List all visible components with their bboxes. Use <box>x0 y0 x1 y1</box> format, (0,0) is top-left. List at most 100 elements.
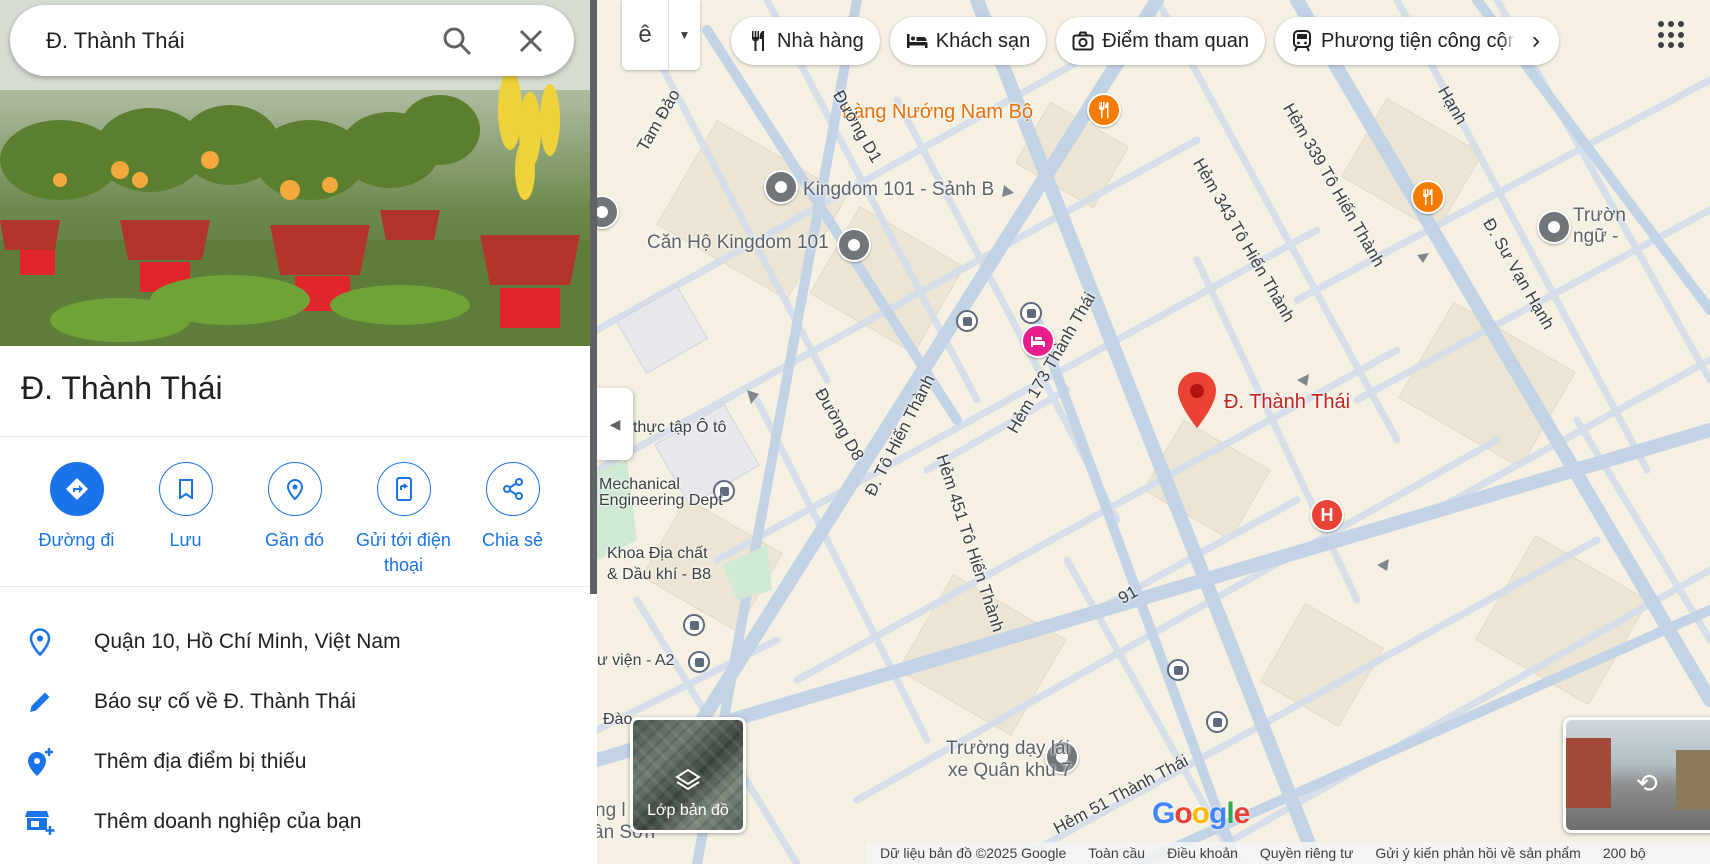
footer-scale[interactable]: 200 bộ <box>1603 845 1646 861</box>
restaurant-pin-icon[interactable] <box>1087 93 1121 127</box>
divider <box>0 436 590 437</box>
search-bar[interactable] <box>10 5 574 76</box>
bus-stop-icon[interactable] <box>1167 659 1189 681</box>
map-footer: Dữ liệu bản đồ ©2025 Google Toàn cầu Điề… <box>866 842 1710 864</box>
google-apps-grid-icon[interactable] <box>1658 21 1686 49</box>
nearby-icon <box>267 462 322 516</box>
label-khoa-2[interactable]: & Dầu khí - B8 <box>607 566 711 584</box>
bus-stop-icon[interactable] <box>1020 302 1042 324</box>
school-pin-icon[interactable] <box>1537 210 1571 244</box>
info-text: Thêm địa điểm bị thiếu <box>94 750 307 773</box>
label-dao[interactable]: Đào <box>603 711 632 729</box>
layers-icon <box>633 768 743 798</box>
hospital-pin-icon[interactable]: H <box>1310 498 1344 532</box>
camera-icon <box>1072 30 1094 52</box>
chevron-down-icon[interactable]: ▼ <box>668 0 700 70</box>
bookmark-icon <box>158 462 213 516</box>
input-tools-glyph[interactable]: ê <box>622 21 668 49</box>
action-label: Gửi tới điện thoại <box>356 530 451 575</box>
chip-label: Nhà hàng <box>777 29 864 52</box>
label-lang-nuong[interactable]: Làng Nướng Nam Bộ <box>842 101 1033 124</box>
directions-icon <box>49 462 104 516</box>
label-ng-l[interactable]: ng l <box>597 800 626 822</box>
share-button[interactable]: Chia sẻ <box>458 462 567 578</box>
label-selected-place[interactable]: Đ. Thành Thái <box>1224 391 1350 414</box>
road-network <box>597 0 1710 864</box>
chevron-right-icon[interactable]: › <box>1513 17 1560 65</box>
chip-transit[interactable]: Phương tiện công cộng › <box>1275 17 1560 65</box>
nearby-button[interactable]: Gần đó <box>240 462 349 578</box>
restaurant-pin-icon-2[interactable] <box>1411 180 1445 214</box>
action-label: Chia sẻ <box>481 530 544 550</box>
chevron-left-icon: ◀ <box>609 415 621 432</box>
bus-stop-icon[interactable] <box>1206 711 1228 733</box>
divider <box>0 586 590 587</box>
location-pin-icon <box>0 628 94 656</box>
chip-restaurants[interactable]: Nhà hàng <box>731 17 880 65</box>
chip-label: Khách sạn <box>935 29 1031 52</box>
place-info-list: Quận 10, Hồ Chí Minh, Việt Nam Báo sự cố… <box>0 612 401 852</box>
bus-stop-icon[interactable] <box>683 614 705 636</box>
page-title: Đ. Thành Thái <box>21 370 223 406</box>
can-ho-pin-icon[interactable] <box>837 228 871 262</box>
input-tools-button[interactable]: ê ▼ <box>622 0 700 70</box>
kingdom-b-pin-icon[interactable] <box>764 170 798 204</box>
collapse-panel-button[interactable]: ◀ <box>597 388 633 460</box>
footer-privacy-link[interactable]: Quyền riêng tư <box>1260 845 1353 861</box>
add-business-icon <box>0 808 94 836</box>
info-text: Báo sự cố về Đ. Thành Thái <box>94 690 356 713</box>
layers-label: Lớp bản đồ <box>647 802 729 819</box>
footer-terms-link[interactable]: Điều khoản <box>1167 845 1238 861</box>
restaurant-icon <box>747 30 769 52</box>
footer-map-data: Dữ liệu bản đồ ©2025 Google <box>880 845 1067 861</box>
info-row-add-business[interactable]: Thêm doanh nghiệp của bạn <box>0 792 401 852</box>
label-thu-vien[interactable]: ư viện - A2 <box>597 652 674 670</box>
action-label: Lưu <box>169 530 202 550</box>
info-text: Thêm doanh nghiệp của bạn <box>94 810 362 833</box>
share-icon <box>485 462 540 516</box>
label-can-ho[interactable]: Căn Hộ Kingdom 101 <box>647 232 829 254</box>
search-input[interactable] <box>46 27 426 54</box>
google-logo: Google <box>1152 797 1250 830</box>
bus-stop-icon[interactable] <box>956 310 978 332</box>
send-to-phone-icon <box>376 462 431 516</box>
add-location-icon <box>0 747 94 777</box>
action-label: Gần đó <box>264 530 325 550</box>
bus-stop-icon[interactable] <box>688 651 710 673</box>
chip-attractions[interactable]: Điểm tham quan <box>1056 17 1266 65</box>
label-truon-1[interactable]: Trườn <box>1573 205 1626 227</box>
label-truon-2[interactable]: ngữ - <box>1573 226 1618 248</box>
label-khoa-1[interactable]: Khoa Địa chất <box>607 545 708 563</box>
street-view-thumbnail[interactable]: ⟲ <box>1563 717 1710 833</box>
map-canvas[interactable]: Làng Nướng Nam Bộ Kingdom 101 - Sảnh B C… <box>597 0 1710 864</box>
chip-hotels[interactable]: Khách sạn <box>889 17 1047 65</box>
panel-scrollbar[interactable] <box>590 0 597 594</box>
footer-feedback-link[interactable]: Gửi ý kiến phản hồi về sản phẩm <box>1375 845 1581 861</box>
search-icon[interactable] <box>435 19 479 63</box>
action-label: Đường đi <box>38 530 115 550</box>
pencil-icon <box>0 689 94 715</box>
label-truong-1[interactable]: Trường dạy lái <box>946 738 1070 760</box>
transit-icon <box>1291 30 1313 52</box>
label-truong-2[interactable]: xe Quân khu 7 <box>948 760 1072 782</box>
place-actions: Đường đi Lưu Gần đó Gửi tới điện thoại C… <box>22 462 567 578</box>
send-to-phone-button[interactable]: Gửi tới điện thoại <box>349 462 458 578</box>
info-row-address[interactable]: Quận 10, Hồ Chí Minh, Việt Nam <box>0 612 401 672</box>
info-row-report[interactable]: Báo sự cố về Đ. Thành Thái <box>0 672 401 732</box>
info-text: Quận 10, Hồ Chí Minh, Việt Nam <box>94 630 401 653</box>
chip-label: Điểm tham quan <box>1102 29 1250 52</box>
category-chips: Nhà hàng Khách sạn Điểm tham quan Phương… <box>731 17 1560 65</box>
close-icon[interactable] <box>509 19 553 63</box>
label-mechanical-2[interactable]: Engineering Dept <box>599 492 723 510</box>
place-side-panel: Đ. Thành Thái Đường đi Lưu Gần đó <box>0 0 597 864</box>
info-row-add-place[interactable]: Thêm địa điểm bị thiếu <box>0 732 401 792</box>
google-maps-app: Làng Nướng Nam Bộ Kingdom 101 - Sảnh B C… <box>0 0 1710 864</box>
map-layers-button[interactable]: Lớp bản đồ <box>630 717 746 833</box>
selected-location-pin-icon[interactable] <box>1177 372 1217 428</box>
label-kingdom-b[interactable]: Kingdom 101 - Sảnh B <box>803 179 994 201</box>
save-button[interactable]: Lưu <box>131 462 240 578</box>
footer-global-link[interactable]: Toàn cầu <box>1088 845 1145 861</box>
chip-label: Phương tiện công cộng <box>1321 29 1530 52</box>
directions-button[interactable]: Đường đi <box>22 462 131 578</box>
rotate-360-icon: ⟲ <box>1636 768 1658 798</box>
